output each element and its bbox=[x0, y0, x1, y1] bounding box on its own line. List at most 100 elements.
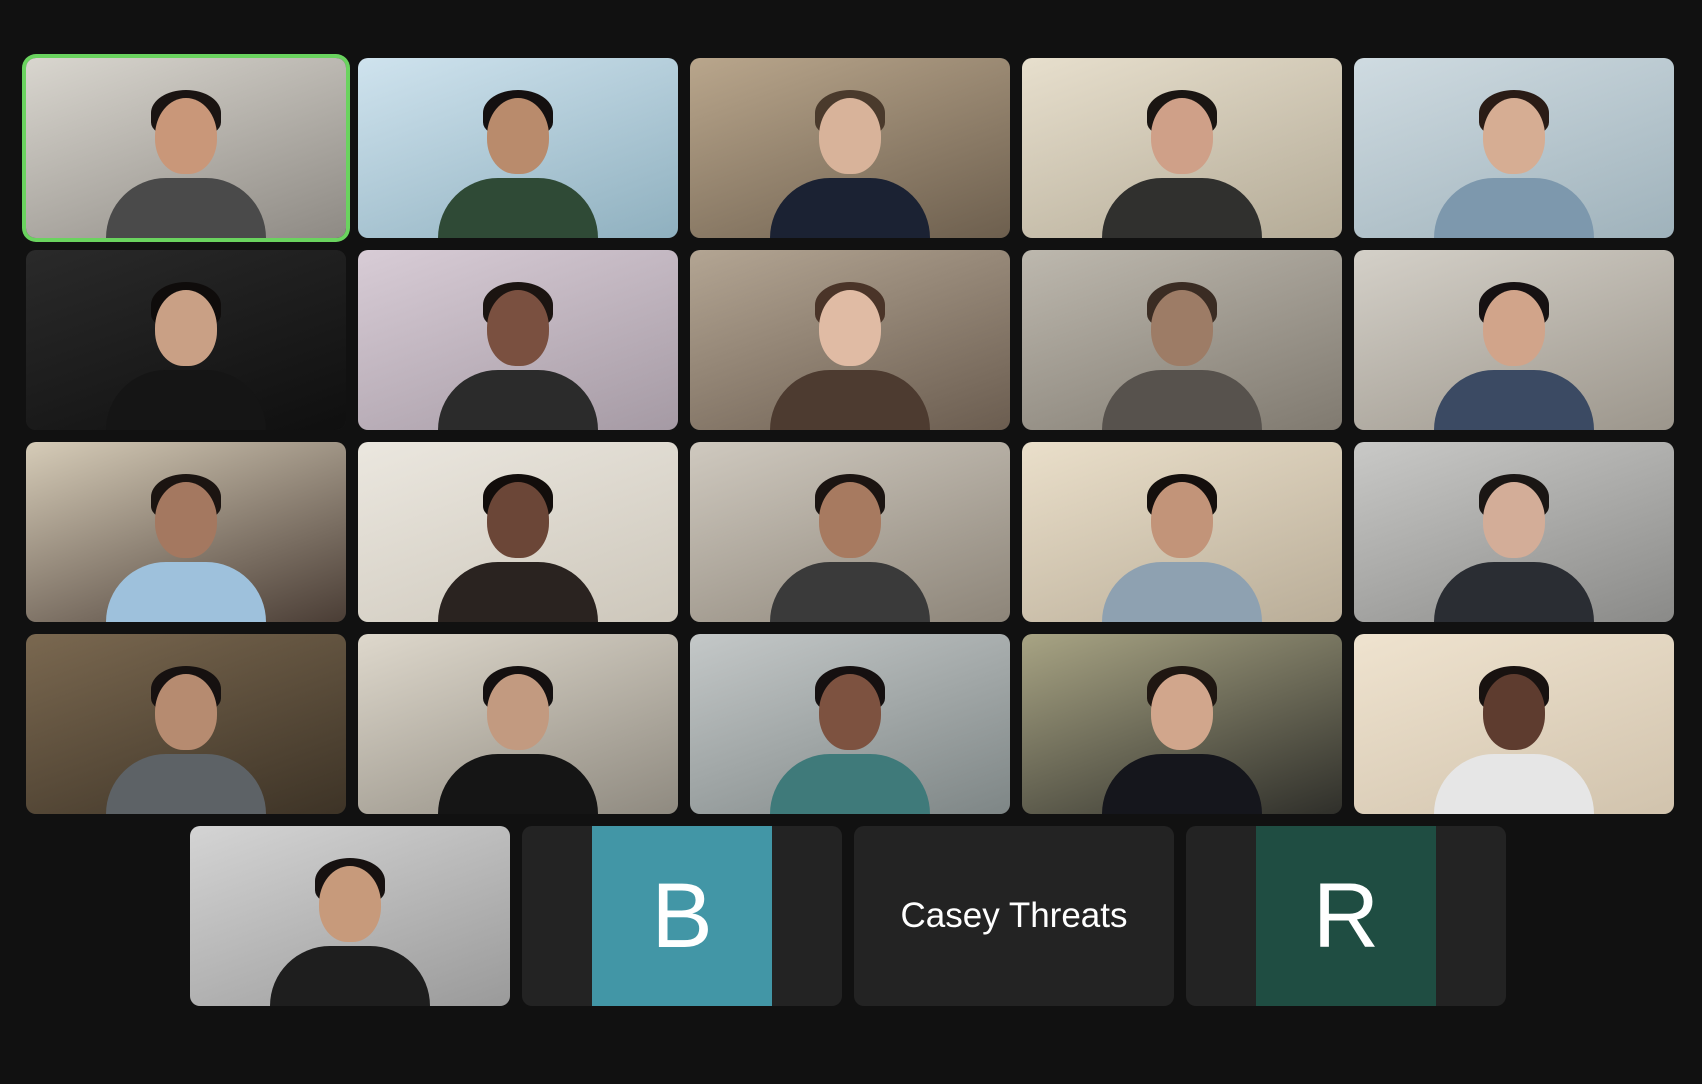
face bbox=[487, 482, 549, 558]
face bbox=[1483, 674, 1545, 750]
participant-name: Casey Threats bbox=[900, 896, 1128, 935]
participant-tile-casey-threats[interactable]: Casey Threats bbox=[854, 826, 1174, 1006]
participant-tile-video[interactable] bbox=[358, 250, 678, 430]
participant-tile-video[interactable] bbox=[1022, 58, 1342, 238]
participant-tile-video[interactable] bbox=[1354, 634, 1674, 814]
video-feed bbox=[26, 634, 346, 814]
participant-silhouette bbox=[1434, 472, 1594, 622]
video-feed bbox=[690, 250, 1010, 430]
shoulders bbox=[438, 754, 598, 814]
shoulders bbox=[438, 178, 598, 238]
participant-tile-video[interactable] bbox=[358, 634, 678, 814]
shoulders bbox=[1102, 562, 1262, 622]
participant-silhouette bbox=[1102, 280, 1262, 430]
video-feed bbox=[1354, 58, 1674, 238]
face bbox=[487, 674, 549, 750]
participant-tile-video[interactable] bbox=[690, 442, 1010, 622]
participant-tile-video[interactable] bbox=[1022, 442, 1342, 622]
video-feed bbox=[1022, 442, 1342, 622]
participant-silhouette bbox=[106, 88, 266, 238]
participant-tile-video[interactable] bbox=[1354, 58, 1674, 238]
video-feed bbox=[690, 442, 1010, 622]
video-feed bbox=[690, 58, 1010, 238]
participant-silhouette bbox=[106, 280, 266, 430]
participant-tile-video[interactable] bbox=[690, 634, 1010, 814]
participant-tile-video[interactable] bbox=[26, 634, 346, 814]
video-feed bbox=[358, 250, 678, 430]
face bbox=[487, 98, 549, 174]
video-feed bbox=[358, 634, 678, 814]
avatar: R bbox=[1256, 826, 1436, 1006]
participant-tile-avatar-r[interactable]: R bbox=[1186, 826, 1506, 1006]
face bbox=[1483, 290, 1545, 366]
video-feed bbox=[1354, 634, 1674, 814]
face bbox=[819, 98, 881, 174]
participant-silhouette bbox=[438, 88, 598, 238]
video-feed bbox=[26, 442, 346, 622]
shoulders bbox=[1102, 754, 1262, 814]
participant-silhouette bbox=[438, 472, 598, 622]
participant-silhouette bbox=[1102, 472, 1262, 622]
participant-tile-video[interactable] bbox=[1022, 250, 1342, 430]
participant-silhouette bbox=[438, 280, 598, 430]
participant-silhouette bbox=[1102, 88, 1262, 238]
shoulders bbox=[770, 178, 930, 238]
shoulders bbox=[1434, 370, 1594, 430]
shoulders bbox=[438, 370, 598, 430]
face bbox=[155, 674, 217, 750]
participant-silhouette bbox=[1102, 664, 1262, 814]
participant-silhouette bbox=[770, 664, 930, 814]
shoulders bbox=[1434, 178, 1594, 238]
face bbox=[155, 482, 217, 558]
face bbox=[1483, 482, 1545, 558]
participant-tile-video[interactable] bbox=[26, 250, 346, 430]
face bbox=[155, 98, 217, 174]
avatar-initial: B bbox=[651, 865, 713, 967]
avatar-initial: R bbox=[1312, 865, 1380, 967]
participant-silhouette bbox=[770, 472, 930, 622]
participant-tile-video[interactable] bbox=[690, 58, 1010, 238]
participant-tile-video[interactable] bbox=[1022, 634, 1342, 814]
participant-silhouette bbox=[770, 280, 930, 430]
participant-silhouette bbox=[270, 856, 430, 1006]
shoulders bbox=[1434, 562, 1594, 622]
video-feed bbox=[1022, 58, 1342, 238]
face bbox=[819, 290, 881, 366]
face bbox=[819, 482, 881, 558]
participant-tile-video[interactable] bbox=[1354, 442, 1674, 622]
participant-silhouette bbox=[770, 88, 930, 238]
shoulders bbox=[438, 562, 598, 622]
face bbox=[819, 674, 881, 750]
shoulders bbox=[770, 562, 930, 622]
participant-tile-video[interactable] bbox=[26, 442, 346, 622]
video-feed bbox=[1022, 634, 1342, 814]
participant-silhouette bbox=[106, 472, 266, 622]
video-feed bbox=[1354, 250, 1674, 430]
face bbox=[1151, 482, 1213, 558]
video-feed bbox=[26, 250, 346, 430]
face bbox=[155, 290, 217, 366]
face bbox=[487, 290, 549, 366]
shoulders bbox=[106, 370, 266, 430]
participant-silhouette bbox=[438, 664, 598, 814]
participant-tile-video[interactable] bbox=[690, 250, 1010, 430]
video-feed bbox=[358, 58, 678, 238]
shoulders bbox=[106, 562, 266, 622]
participant-tile-avatar-b[interactable]: B bbox=[522, 826, 842, 1006]
participant-silhouette bbox=[106, 664, 266, 814]
shoulders bbox=[106, 178, 266, 238]
face bbox=[1151, 674, 1213, 750]
video-feed bbox=[1022, 250, 1342, 430]
participant-tile-video[interactable] bbox=[190, 826, 510, 1006]
video-feed bbox=[690, 634, 1010, 814]
participant-tile-video[interactable] bbox=[1354, 250, 1674, 430]
video-feed bbox=[26, 58, 346, 238]
face bbox=[319, 866, 381, 942]
shoulders bbox=[270, 946, 430, 1006]
shoulders bbox=[770, 370, 930, 430]
participant-tile-video[interactable] bbox=[358, 58, 678, 238]
participant-tile-active-speaker[interactable] bbox=[26, 58, 346, 238]
participant-silhouette bbox=[1434, 664, 1594, 814]
participant-tile-video[interactable] bbox=[358, 442, 678, 622]
shoulders bbox=[1102, 178, 1262, 238]
